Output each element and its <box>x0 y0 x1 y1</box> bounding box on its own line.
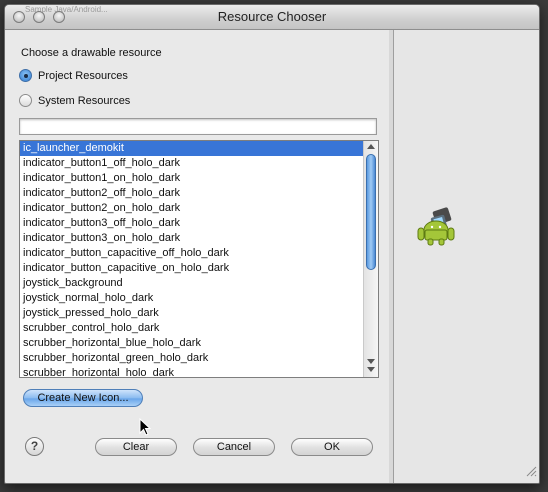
title-bar[interactable]: Sample Java/Android... Resource Chooser <box>5 5 539 30</box>
list-item[interactable]: indicator_button_capacitive_on_holo_dark <box>20 261 363 276</box>
preview-panel <box>393 30 539 483</box>
list-item[interactable]: ic_launcher_demokit <box>20 141 363 156</box>
list-item[interactable]: indicator_button1_on_holo_dark <box>20 171 363 186</box>
list-item[interactable]: joystick_pressed_holo_dark <box>20 306 363 321</box>
list-item[interactable]: indicator_button3_off_holo_dark <box>20 216 363 231</box>
system-resources-label: System Resources <box>38 94 131 107</box>
list-item[interactable]: joystick_normal_holo_dark <box>20 291 363 306</box>
list-item[interactable]: scrubber_horizontal_holo_dark <box>20 366 363 377</box>
list-item[interactable]: scrubber_control_holo_dark <box>20 321 363 336</box>
system-resources-option[interactable]: System Resources <box>19 94 130 107</box>
scroll-down-arrow-icon[interactable] <box>367 359 375 364</box>
radio-button[interactable] <box>19 94 32 107</box>
help-icon[interactable]: ? <box>25 437 44 456</box>
ok-button[interactable]: OK <box>291 438 373 456</box>
scroll-down-arrow-icon[interactable] <box>367 367 375 372</box>
list-item[interactable]: indicator_button2_on_holo_dark <box>20 201 363 216</box>
android-robot-icon <box>416 206 460 249</box>
list-item[interactable]: indicator_button1_off_holo_dark <box>20 156 363 171</box>
cancel-button[interactable]: Cancel <box>193 438 275 456</box>
mouse-pointer-icon <box>139 417 152 439</box>
clear-button[interactable]: Clear <box>95 438 177 456</box>
list-item[interactable]: indicator_button_capacitive_off_holo_dar… <box>20 246 363 261</box>
project-resources-label: Project Resources <box>38 69 128 82</box>
resource-chooser-window: Sample Java/Android... Resource Chooser … <box>4 4 540 484</box>
scrollbar-thumb[interactable] <box>366 154 376 270</box>
list-item[interactable]: joystick_background <box>20 276 363 291</box>
list-scrollbar[interactable] <box>363 141 378 377</box>
scroll-up-arrow-icon[interactable] <box>367 144 375 149</box>
radio-button-selected[interactable] <box>19 69 32 82</box>
project-resources-option[interactable]: Project Resources <box>19 69 128 82</box>
window-title: Resource Chooser <box>217 9 327 24</box>
resize-grip-icon[interactable] <box>525 465 537 480</box>
chooser-panel: Choose a drawable resource Project Resou… <box>5 30 389 483</box>
resource-items: ic_launcher_demokit indicator_button1_off… <box>20 141 363 377</box>
filter-input[interactable] <box>19 118 377 135</box>
chooser-prompt: Choose a drawable resource <box>21 47 162 59</box>
list-item[interactable]: indicator_button2_off_holo_dark <box>20 186 363 201</box>
resource-list[interactable]: ic_launcher_demokit indicator_button1_off… <box>19 140 379 378</box>
list-item[interactable]: scrubber_horizontal_blue_holo_dark <box>20 336 363 351</box>
create-new-icon-button[interactable]: Create New Icon... <box>23 389 143 407</box>
list-item[interactable]: scrubber_horizontal_green_holo_dark <box>20 351 363 366</box>
list-item[interactable]: indicator_button3_on_holo_dark <box>20 231 363 246</box>
